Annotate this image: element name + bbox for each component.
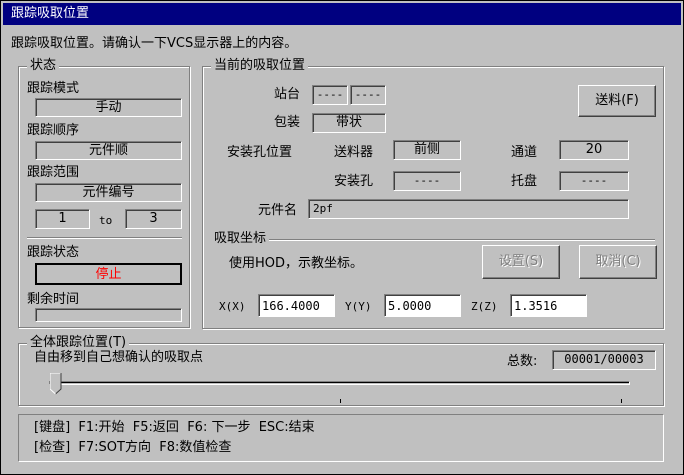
- channel-value: 20: [559, 140, 629, 160]
- track-state-value: 停止: [35, 263, 182, 285]
- z-coord-label: Z(Z): [471, 300, 498, 313]
- current-pick-legend: 当前的吸取位置: [211, 58, 309, 73]
- station-value-b: ----: [350, 85, 386, 105]
- track-slider-thumb[interactable]: [49, 372, 62, 395]
- track-mode-value: 手动: [35, 98, 182, 117]
- tray-value: ----: [559, 171, 629, 191]
- key-help-line-2: [检查] F7:SOT方向 F8:数值检查: [34, 440, 232, 455]
- tray-label: 托盘: [511, 174, 538, 189]
- range-to-value: 3: [125, 209, 182, 229]
- station-label: 站台: [274, 87, 301, 102]
- key-help-line-1: [键盘] F1:开始 F5:返回 F6: 下一步 ESC:结束: [34, 420, 315, 435]
- slider-tick-mid: [340, 399, 341, 403]
- status-legend: 状态: [27, 58, 60, 73]
- package-value: 带状: [312, 113, 386, 133]
- track-slider[interactable]: [49, 381, 630, 385]
- instruction-text: 跟踪吸取位置。请确认一下VCS显示器上的内容。: [11, 36, 298, 51]
- z-coord-input[interactable]: [510, 294, 587, 317]
- package-label: 包装: [274, 115, 301, 130]
- range-from-value: 1: [35, 209, 90, 229]
- remaining-time-value: [35, 308, 182, 322]
- station-value-a: ----: [312, 85, 348, 105]
- total-label: 总数:: [507, 354, 538, 369]
- channel-label: 通道: [511, 145, 538, 160]
- dialog-window: 跟踪吸取位置 跟踪吸取位置。请确认一下VCS显示器上的内容。 状态 跟踪模式 手…: [0, 0, 684, 475]
- y-coord-input[interactable]: [384, 294, 461, 317]
- x-coord-label: X(X): [219, 300, 246, 313]
- part-name-value: 2pf: [308, 199, 629, 219]
- mount-hole-label: 安装孔: [334, 174, 374, 189]
- track-range-label: 跟踪范围: [27, 165, 80, 180]
- global-track-legend: 全体跟踪位置(T): [27, 335, 130, 350]
- slider-tick-end: [621, 399, 622, 403]
- mount-hole-pos-label: 安装孔位置: [227, 145, 293, 160]
- remaining-time-label: 剩余时间: [27, 292, 80, 307]
- track-state-label: 跟踪状态: [27, 245, 80, 260]
- total-value: 00001/00003: [552, 350, 656, 370]
- pick-coord-divider: [211, 239, 655, 241]
- x-coord-input[interactable]: [258, 294, 335, 317]
- track-mode-label: 跟踪模式: [27, 81, 80, 96]
- global-track-hint: 自由移到自己想确认的吸取点: [34, 350, 204, 365]
- pick-coord-note: 使用HOD，示教坐标。: [229, 256, 364, 271]
- track-order-value: 元件顺: [35, 141, 182, 160]
- mount-hole-value: ----: [393, 171, 461, 191]
- feed-button[interactable]: 送料(F): [578, 85, 656, 117]
- cancel-button[interactable]: 取消(C): [579, 245, 657, 279]
- track-order-label: 跟踪顺序: [27, 123, 80, 138]
- status-divider: [27, 237, 182, 239]
- range-to-label: to: [99, 214, 113, 227]
- feeder-value: 前侧: [393, 140, 461, 160]
- y-coord-label: Y(Y): [345, 300, 372, 313]
- feeder-label: 送料器: [334, 145, 374, 160]
- pick-coord-legend: 吸取坐标: [211, 231, 270, 246]
- set-button[interactable]: 设置(S): [482, 245, 560, 279]
- window-title: 跟踪吸取位置: [3, 3, 681, 25]
- track-range-value: 元件编号: [35, 183, 182, 202]
- part-name-label: 元件名: [258, 203, 298, 218]
